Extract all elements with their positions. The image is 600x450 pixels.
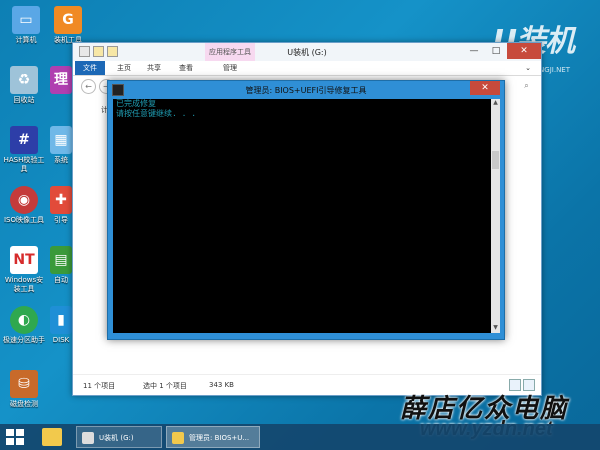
tab-view[interactable]: 查看 — [173, 61, 199, 75]
desktop-icon-disk-check[interactable]: ⛁ 磁盘检测 — [2, 370, 46, 409]
desktop-icon-hash[interactable]: # HASH校验工具 — [2, 126, 46, 174]
console-titlebar[interactable]: 管理员: BIOS+UEFI引导修复工具 ✕ — [108, 81, 504, 98]
explorer-titlebar[interactable]: 应用程序工具 U装机 (G:) — □ ✕ — [73, 43, 541, 61]
console-scrollbar[interactable]: ▲ ▼ — [491, 99, 500, 333]
file-explorer-taskbar-icon[interactable] — [42, 428, 62, 446]
desktop-icon-disk[interactable]: ▮ DISK — [50, 306, 72, 345]
console-line: 已完成修复 — [116, 99, 156, 108]
window-controls: — □ ✕ — [463, 43, 541, 59]
windows-install-icon: NT — [10, 246, 38, 274]
scroll-thumb[interactable] — [492, 151, 499, 169]
maximize-button[interactable]: □ — [485, 43, 507, 59]
hash-tool-icon: # — [10, 126, 38, 154]
selected-size: 343 KB — [209, 381, 234, 389]
search-icon[interactable]: ⌕ — [520, 79, 533, 92]
console-close-button[interactable]: ✕ — [470, 81, 500, 95]
uzhuangji-tool-icon: G — [54, 6, 82, 34]
tab-manage[interactable]: 管理 — [215, 61, 245, 75]
system-tool-icon: ▦ — [50, 126, 72, 154]
taskbar-item-explorer[interactable]: U装机 (G:) — [76, 426, 162, 448]
desktop-icon-system[interactable]: ▦ 系统 — [50, 126, 72, 165]
scroll-up-icon[interactable]: ▲ — [491, 99, 500, 108]
auto-tool-icon: ▤ — [50, 246, 72, 274]
disk-check-icon: ⛁ — [10, 370, 38, 398]
manager-icon: 理 — [50, 66, 72, 94]
iso-tool-icon: ◉ — [10, 186, 38, 214]
desktop-icon-boot[interactable]: ✚ 引导 — [50, 186, 72, 225]
minimize-button[interactable]: — — [463, 43, 485, 59]
desktop-icon-auto[interactable]: ▤ 自动 — [50, 246, 72, 285]
desktop-icon-partition[interactable]: ◐ 极速分区助手 — [2, 306, 46, 345]
desktop-icon-uzhuangji[interactable]: G 装机工具 — [46, 6, 90, 45]
ribbon-expand-icon[interactable]: ⌄ — [523, 61, 533, 75]
tab-share[interactable]: 共享 — [141, 61, 167, 75]
back-arrow-icon[interactable]: ← — [81, 79, 96, 94]
taskbar: U装机 (G:) 管理员: BIOS+U... — [0, 424, 600, 450]
desktop-icon-windows-install[interactable]: NT Windows安装工具 — [2, 246, 46, 294]
console-taskbar-icon — [172, 432, 184, 444]
console-window[interactable]: 管理员: BIOS+UEFI引导修复工具 ✕ 已完成修复 请按任意键继续. . … — [107, 80, 505, 340]
console-title: 管理员: BIOS+UEFI引导修复工具 — [245, 86, 367, 95]
console-line: 请按任意键继续. . . — [116, 109, 197, 118]
taskbar-item-console[interactable]: 管理员: BIOS+U... — [166, 426, 260, 448]
item-count: 11 个项目 — [83, 382, 116, 390]
computer-icon: ▭ — [12, 6, 40, 34]
desktop-icon-iso[interactable]: ◉ ISO映像工具 — [2, 186, 46, 225]
desktop-icon-recycle-bin[interactable]: ♻ 回收站 — [2, 66, 46, 105]
console-output[interactable]: 已完成修复 请按任意键继续. . . — [113, 99, 491, 333]
recycle-bin-icon: ♻ — [10, 66, 38, 94]
drive-icon — [82, 432, 94, 444]
navigation-pane: 计 — [73, 99, 111, 369]
close-button[interactable]: ✕ — [507, 43, 541, 59]
disk-tool-icon: ▮ — [50, 306, 72, 334]
ribbon-tabs: 文件 主页 共享 查看 管理 ⌄ — [73, 61, 541, 76]
desktop-icon-manager[interactable]: 理 — [50, 66, 72, 96]
boot-tool-icon: ✚ — [50, 186, 72, 214]
scroll-down-icon[interactable]: ▼ — [491, 324, 500, 333]
tab-file[interactable]: 文件 — [75, 61, 105, 75]
start-button[interactable] — [6, 429, 24, 445]
partition-icon: ◐ — [10, 306, 38, 334]
desktop-icon-computer[interactable]: ▭ 计算机 — [4, 6, 48, 45]
selected-count: 选中 1 个项目 — [143, 382, 187, 390]
windows-logo-icon — [6, 429, 14, 436]
tab-home[interactable]: 主页 — [111, 61, 137, 75]
